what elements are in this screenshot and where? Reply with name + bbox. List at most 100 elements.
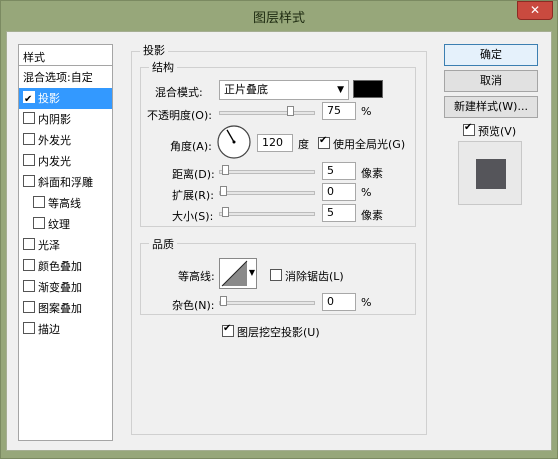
blend-mode-select[interactable]: 正片叠底 ▼ — [219, 80, 349, 100]
knockout-check-icon — [222, 323, 234, 337]
style-item[interactable]: 纹理 — [19, 214, 112, 235]
noise-label: 杂色(N): — [172, 299, 215, 312]
distance-unit: 像素 — [361, 167, 383, 180]
styles-list: 混合选项:自定投影内阴影外发光内发光斜面和浮雕等高线纹理光泽颜色叠加渐变叠加图案… — [18, 66, 113, 441]
noise-unit: % — [361, 296, 372, 309]
style-item-checkbox[interactable] — [23, 154, 35, 166]
distance-label: 距离(D): — [172, 168, 215, 181]
opacity-unit: % — [361, 105, 372, 118]
structure-title: 结构 — [149, 59, 177, 75]
style-item-checkbox[interactable] — [23, 280, 35, 292]
styles-list-header[interactable]: 样式 — [18, 44, 113, 66]
preview-thumbnail — [458, 141, 522, 205]
style-item-label: 内阴影 — [38, 113, 71, 126]
style-item-checkbox[interactable] — [33, 196, 45, 208]
preview-swatch — [476, 159, 506, 189]
blend-mode-label: 混合模式: — [155, 86, 203, 99]
spread-slider-track[interactable] — [219, 191, 315, 195]
antialias-check-icon — [270, 269, 282, 281]
style-item-checkbox[interactable] — [23, 175, 35, 187]
preview-checkbox[interactable]: 预览(V) — [463, 122, 517, 139]
spread-input[interactable]: 0 — [322, 183, 356, 201]
angle-input[interactable]: 120 — [257, 134, 293, 152]
opacity-slider-track[interactable] — [219, 111, 315, 115]
ok-button[interactable]: 确定 — [444, 44, 538, 66]
preview-check-icon — [463, 122, 475, 136]
antialias-label: 消除锯齿(L) — [285, 270, 344, 283]
style-item-checkbox[interactable] — [23, 133, 35, 145]
size-slider-thumb[interactable] — [222, 207, 229, 217]
style-item[interactable]: 内阴影 — [19, 109, 112, 130]
style-item[interactable]: 渐变叠加 — [19, 277, 112, 298]
contour-linear-icon — [221, 260, 248, 287]
new-style-button[interactable]: 新建样式(W)... — [444, 96, 538, 118]
global-light-checkbox[interactable]: 使用全局光(G) — [318, 135, 406, 152]
dialog-title: 图层样式 — [252, 11, 305, 26]
style-item-label: 光泽 — [38, 239, 60, 252]
cancel-button[interactable]: 取消 — [444, 70, 538, 92]
style-item-label: 描边 — [38, 323, 60, 336]
style-item[interactable]: 等高线 — [19, 193, 112, 214]
style-item[interactable]: 内发光 — [19, 151, 112, 172]
style-item[interactable]: 颜色叠加 — [19, 256, 112, 277]
style-item-label: 等高线 — [48, 197, 81, 210]
style-item-checkbox[interactable] — [23, 89, 35, 110]
opacity-slider-thumb[interactable] — [287, 106, 294, 116]
style-item-label: 纹理 — [48, 218, 70, 231]
angle-unit: 度 — [298, 138, 309, 151]
style-item[interactable]: 混合选项:自定 — [19, 67, 112, 88]
style-item-label: 颜色叠加 — [38, 260, 82, 273]
close-button[interactable]: ✕ — [517, 1, 553, 20]
style-item-checkbox[interactable] — [23, 259, 35, 271]
style-item-label: 投影 — [38, 92, 60, 105]
style-item-label: 斜面和浮雕 — [38, 176, 93, 189]
noise-slider-track[interactable] — [219, 301, 315, 305]
contour-label: 等高线: — [178, 270, 215, 283]
style-item-checkbox[interactable] — [23, 238, 35, 250]
global-light-label: 使用全局光(G) — [333, 138, 406, 151]
chevron-down-icon: ▼ — [337, 85, 344, 95]
opacity-input[interactable]: 75 — [322, 102, 356, 120]
style-item[interactable]: 描边 — [19, 319, 112, 340]
noise-input[interactable]: 0 — [322, 293, 356, 311]
shadow-color-swatch[interactable] — [353, 80, 383, 98]
spread-label: 扩展(R): — [172, 189, 214, 202]
style-item[interactable]: 斜面和浮雕 — [19, 172, 112, 193]
blend-mode-value: 正片叠底 — [224, 83, 268, 96]
style-item-label: 内发光 — [38, 155, 71, 168]
style-item-checkbox[interactable] — [33, 217, 45, 229]
preview-label: 预览(V) — [478, 125, 517, 138]
style-item-checkbox[interactable] — [23, 301, 35, 313]
size-label: 大小(S): — [172, 210, 214, 223]
opacity-label: 不透明度(O): — [147, 109, 212, 122]
style-item-checkbox[interactable] — [23, 112, 35, 124]
contour-dropdown-icon[interactable]: ▼ — [249, 268, 255, 277]
spread-slider-thumb[interactable] — [220, 186, 227, 196]
style-item[interactable]: 图案叠加 — [19, 298, 112, 319]
angle-dial[interactable] — [216, 124, 252, 160]
distance-input[interactable]: 5 — [322, 162, 356, 180]
size-input[interactable]: 5 — [322, 204, 356, 222]
style-item-label: 渐变叠加 — [38, 281, 82, 294]
global-light-check-icon — [318, 135, 330, 149]
style-item[interactable]: 外发光 — [19, 130, 112, 151]
angle-dial-icon — [217, 125, 251, 159]
style-item-checkbox[interactable] — [23, 322, 35, 334]
drop-shadow-section-title: 投影 — [140, 42, 168, 58]
distance-slider-track[interactable] — [219, 170, 315, 174]
angle-label: 角度(A): — [170, 140, 212, 153]
style-item-label: 混合选项:自定 — [23, 71, 93, 84]
close-icon: ✕ — [529, 3, 541, 17]
contour-picker[interactable]: ▼ — [219, 258, 257, 289]
noise-slider-thumb[interactable] — [220, 296, 227, 306]
style-item[interactable]: 投影 — [19, 88, 112, 110]
knockout-label: 图层挖空投影(U) — [237, 326, 320, 339]
distance-slider-thumb[interactable] — [222, 165, 229, 175]
style-item-label: 图案叠加 — [38, 302, 82, 315]
style-item-label: 外发光 — [38, 134, 71, 147]
style-item[interactable]: 光泽 — [19, 235, 112, 256]
size-slider-track[interactable] — [219, 212, 315, 216]
antialias-checkbox[interactable]: 消除锯齿(L) — [270, 268, 344, 284]
knockout-checkbox[interactable]: 图层挖空投影(U) — [222, 323, 320, 340]
quality-title: 品质 — [149, 236, 177, 252]
